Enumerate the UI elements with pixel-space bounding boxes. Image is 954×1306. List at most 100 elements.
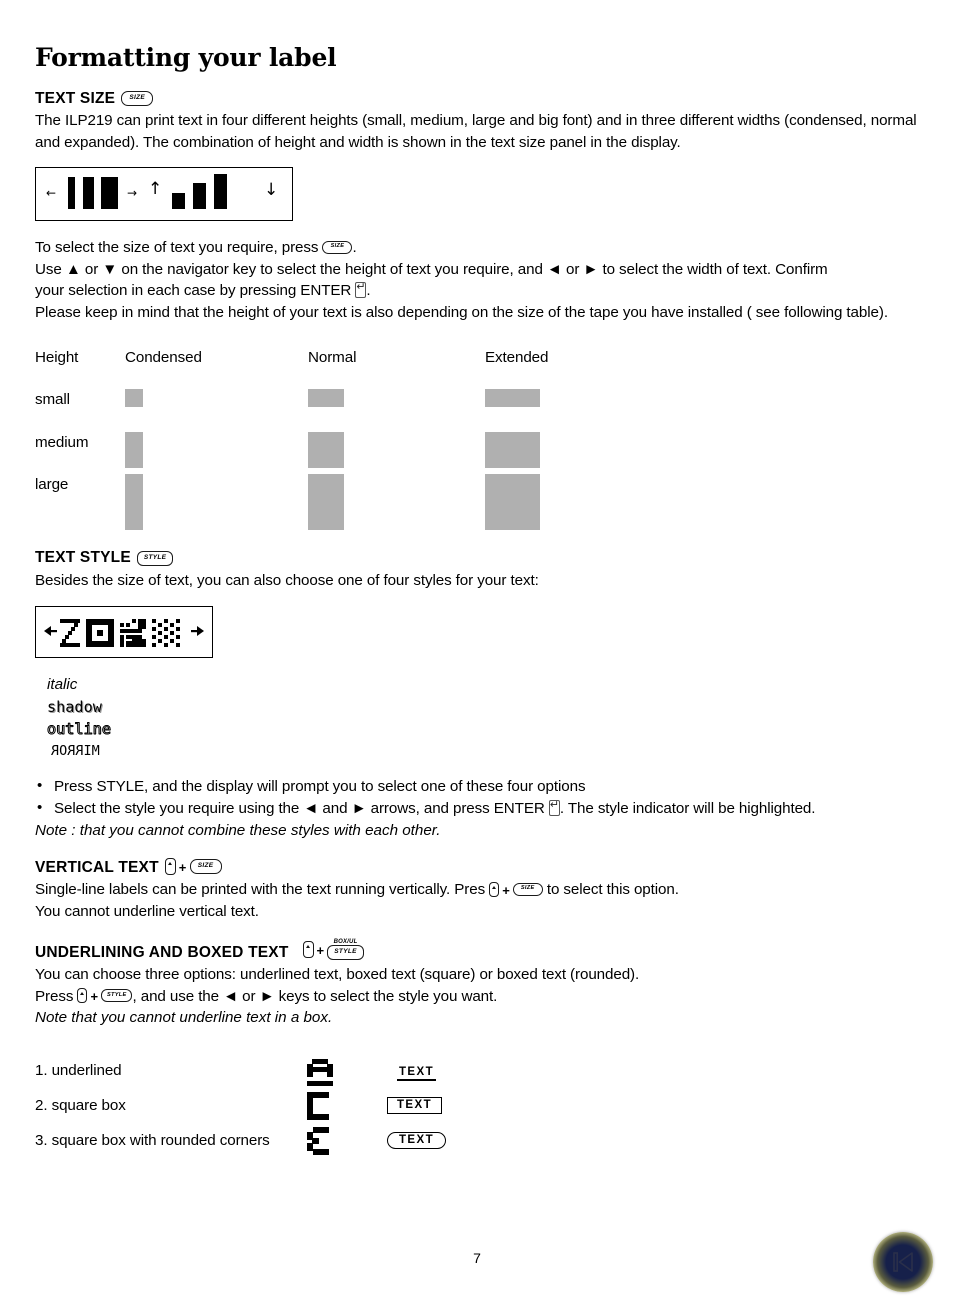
- text-size-intro-paragraph: The ILP219 can print text in four differ…: [35, 112, 917, 151]
- sample-text-rounded-box: TEXT: [387, 1131, 446, 1150]
- style-instruction-bullets: Press STYLE, and the display will prompt…: [35, 775, 919, 820]
- swatch-small-normal: [308, 389, 344, 408]
- style-sample-mirror: MIRROR: [51, 742, 100, 759]
- width-bar-3: [101, 177, 118, 210]
- table-row-label-medium: medium: [35, 434, 89, 452]
- style-bullet-2: Select the style you require using the ◄…: [35, 797, 919, 820]
- section-heading-label-style: TEXT STYLE: [35, 549, 131, 567]
- plus-sign-underlining: +: [316, 942, 325, 958]
- section-heading-text-style: TEXT STYLE STYLE: [35, 549, 919, 567]
- sample-text-underlined: TEXT: [397, 1066, 436, 1082]
- square-box-indicator-glyph: [307, 1092, 337, 1127]
- vertical-text-line-1b: to select this option.: [546, 881, 679, 899]
- underlining-line-2b: , and use the ◄ or ► keys to select the …: [132, 987, 498, 1005]
- table-row-label-large: large: [35, 476, 69, 494]
- panel-right-arrow-icon: →: [127, 186, 138, 201]
- table-row-label-small: small: [35, 391, 70, 409]
- vertical-text-line-1a: Single-line labels can be printed with t…: [35, 881, 486, 899]
- style-bullet-2-text-a: Select the style you require using the ◄…: [54, 799, 545, 817]
- shift-key-icon-underlining: [302, 940, 314, 958]
- vertical-text-key-combo-inline: + SIZE: [489, 881, 543, 898]
- style-panel-left-arrow-icon: [44, 625, 57, 636]
- previous-page-button[interactable]: [873, 1232, 933, 1292]
- text-size-instruction-3: Please keep in mind that the height of y…: [35, 303, 888, 321]
- swatch-small-condensed: [125, 389, 143, 408]
- height-bar-2: [193, 183, 206, 210]
- panel-down-arrow-icon: ↓: [264, 180, 279, 201]
- vertical-text-line-2: You cannot underline vertical text.: [35, 902, 259, 920]
- height-bar-1: [172, 193, 185, 210]
- shift-key-icon-inline-2: [77, 988, 88, 1004]
- shift-key-icon-inline: [489, 881, 500, 897]
- swatch-medium-condensed: [125, 432, 143, 469]
- instruction-1-period: .: [352, 239, 357, 257]
- section-heading-text-size: TEXT SIZE SIZE: [35, 90, 919, 108]
- plus-sign-inline: +: [502, 882, 510, 898]
- rounded-box-indicator-glyph: [307, 1127, 337, 1162]
- section-heading-vertical-text: VERTICAL TEXT + SIZE: [35, 858, 919, 877]
- page-content: Formatting your label TEXT SIZE SIZE The…: [35, 44, 919, 1167]
- table-header-extended: Extended: [485, 349, 549, 367]
- option-label-underlined: 1. underlined: [35, 1062, 122, 1080]
- height-bar-3: [214, 174, 227, 210]
- underlining-line-1: You can choose three options: underlined…: [35, 966, 640, 984]
- option-sample-rounded-box: TEXT: [387, 1130, 446, 1150]
- style-sample-outline: outline: [47, 719, 112, 738]
- instruction-2-text-b: your selection in each case by pressing …: [35, 282, 352, 300]
- size-key-icon: SIZE: [121, 91, 154, 107]
- shift-key-icon: [164, 858, 176, 876]
- style-indicator-glyph-art: [44, 618, 204, 647]
- vertical-text-line-1: Single-line labels can be printed with t…: [35, 879, 919, 901]
- table-header-height: Height: [35, 349, 79, 367]
- option-sample-square-box: TEXT: [387, 1095, 442, 1115]
- text-size-instruction-2: Use ▲ or ▼ on the navigator key to selec…: [35, 259, 919, 302]
- swatch-large-extended: [485, 474, 540, 531]
- style-bullet-2-text-b: . The style indicator will be highlighte…: [559, 799, 816, 817]
- swatch-medium-extended: [485, 432, 540, 469]
- option-label-rounded-box: 3. square box with rounded corners: [35, 1132, 270, 1150]
- plus-sign: +: [178, 860, 187, 876]
- panel-up-arrow-icon: ↑: [148, 179, 163, 200]
- section-heading-label-underlining: UNDERLINING AND BOXED TEXT: [35, 943, 289, 961]
- style-glyph-shadow-o: [120, 618, 146, 647]
- vertical-text-key-combo: + SIZE: [164, 858, 222, 876]
- panel-left-arrow-icon: ←: [46, 186, 57, 201]
- table-header-normal: Normal: [308, 349, 357, 367]
- instruction-2-text-a: Use ▲ or ▼ on the navigator key to selec…: [35, 260, 828, 278]
- underlining-line-2a: Press: [35, 987, 74, 1005]
- text-style-intro-paragraph: Besides the size of text, you can also c…: [35, 572, 539, 590]
- swatch-small-extended: [485, 389, 540, 408]
- swatch-large-normal: [308, 474, 344, 531]
- text-size-indicator-panel: ← → ↑ ↓: [35, 167, 293, 222]
- style-panel-right-arrow-icon: [191, 625, 204, 636]
- swatch-large-condensed: [125, 474, 143, 531]
- section-heading-label-vertical: VERTICAL TEXT: [35, 858, 159, 876]
- style-key-icon-inline: STYLE: [100, 989, 133, 1003]
- width-bar-2: [83, 177, 94, 210]
- underlining-note: Note that you cannot underline text in a…: [35, 1009, 333, 1027]
- sample-text-square-box: TEXT: [387, 1096, 442, 1115]
- size-key-icon-inline: SIZE: [322, 240, 353, 254]
- size-key-icon-vertical: SIZE: [189, 859, 222, 875]
- option-label-square-box: 2. square box: [35, 1097, 126, 1115]
- underlining-key-combo-inline: + STYLE: [77, 988, 133, 1005]
- page-number: 7: [473, 1250, 481, 1266]
- style-sample-italic: italic: [47, 675, 78, 693]
- boxing-option-list: 1. underlined TEXT 2. square box TEXT 3.…: [35, 1059, 919, 1167]
- underlining-line-2: Press + STYLE , and use the ◄ or ► keys …: [35, 986, 919, 1008]
- style-note: Note : that you cannot combine these sty…: [35, 821, 441, 839]
- instruction-2-period: .: [366, 282, 371, 300]
- swatch-medium-normal: [308, 432, 344, 469]
- skip-back-icon: [893, 1252, 913, 1272]
- height-width-table: Height Condensed Normal Extended small m…: [35, 349, 919, 539]
- text-size-instruction-1: To select the size of text you require, …: [35, 237, 919, 259]
- style-glyph-outline-o: [86, 618, 114, 647]
- plus-sign-inline-2: +: [90, 989, 98, 1005]
- page-title: Formatting your label: [35, 43, 337, 72]
- enter-key-icon-2: [548, 798, 560, 816]
- instruction-1-text: To select the size of text you require, …: [35, 239, 319, 257]
- option-sample-underlined: TEXT: [397, 1062, 436, 1082]
- section-heading-label: TEXT SIZE: [35, 89, 116, 107]
- enter-key-icon: [355, 280, 367, 299]
- style-sample-shadow: shadow: [47, 697, 102, 716]
